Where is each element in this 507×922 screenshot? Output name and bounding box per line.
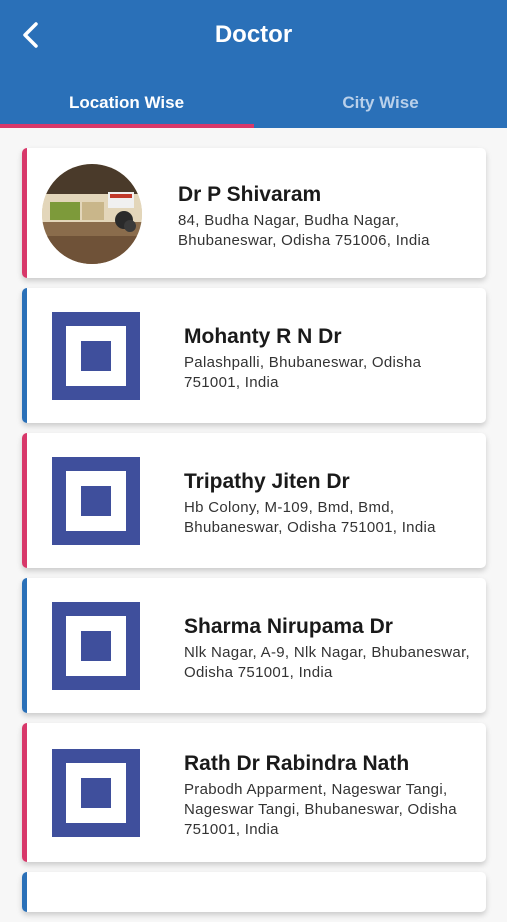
doctor-card[interactable]: Tripathy Jiten Dr Hb Colony, M-109, Bmd,… xyxy=(22,433,486,568)
doctor-card[interactable] xyxy=(22,872,486,912)
app-bar: Doctor Location Wise City Wise xyxy=(0,0,507,128)
doctor-card[interactable]: Mohanty R N Dr Palashpalli, Bhubaneswar,… xyxy=(22,288,486,423)
doctor-address: Nlk Nagar, A-9, Nlk Nagar, Bhubaneswar, … xyxy=(184,644,471,681)
card-accent-stripe xyxy=(22,578,27,713)
doctor-name: Dr P Shivaram xyxy=(178,183,322,206)
doctor-name: Tripathy Jiten Dr xyxy=(184,470,350,493)
doctor-name: Mohanty R N Dr xyxy=(184,325,342,348)
tab-city-wise[interactable]: City Wise xyxy=(254,82,507,124)
doctor-name: Rath Dr Rabindra Nath xyxy=(184,752,410,775)
doctor-name: Sharma Nirupama Dr xyxy=(184,615,393,638)
doctor-address: Prabodh Apparment, Nageswar Tangi, Nages… xyxy=(184,781,457,838)
card-accent-stripe xyxy=(22,433,27,568)
doctor-list: Dr P Shivaram 84, Budha Nagar, Budha Nag… xyxy=(22,148,486,922)
doctor-card[interactable]: Sharma Nirupama Dr Nlk Nagar, A-9, Nlk N… xyxy=(22,578,486,713)
placeholder-image-icon xyxy=(52,602,140,690)
card-accent-stripe xyxy=(22,872,27,912)
doctor-address: 84, Budha Nagar, Budha Nagar, Bhubaneswa… xyxy=(178,212,430,249)
doctor-card[interactable]: Rath Dr Rabindra Nath Prabodh Apparment,… xyxy=(22,723,486,862)
card-accent-stripe xyxy=(22,148,27,278)
placeholder-image-icon xyxy=(52,749,140,837)
tab-location-wise[interactable]: Location Wise xyxy=(0,82,253,124)
placeholder-image-icon xyxy=(52,457,140,545)
doctor-address: Hb Colony, M-109, Bmd, Bmd, Bhubaneswar,… xyxy=(184,499,436,536)
tab-indicator xyxy=(0,124,254,128)
doctor-card[interactable]: Dr P Shivaram 84, Budha Nagar, Budha Nag… xyxy=(22,148,486,278)
doctor-photo xyxy=(42,164,142,264)
card-accent-stripe xyxy=(22,288,27,423)
placeholder-image-icon xyxy=(52,312,140,400)
card-accent-stripe xyxy=(22,723,27,862)
page-title: Doctor xyxy=(214,21,293,48)
doctor-address: Palashpalli, Bhubaneswar, Odisha 751001,… xyxy=(184,354,422,391)
